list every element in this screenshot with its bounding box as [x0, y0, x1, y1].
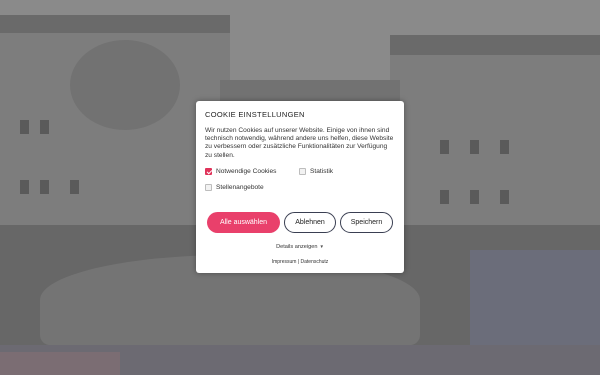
cookie-dialog-actions: Alle auswählen Ablehnen Speichern — [207, 212, 393, 233]
background-window — [40, 120, 49, 134]
checkbox-label: Notwendige Cookies — [216, 167, 277, 175]
checkbox-unchecked-icon[interactable] — [205, 183, 212, 191]
cookie-dialog-description: Wir nutzen Cookies auf unserer Website. … — [205, 127, 394, 159]
background-window — [440, 190, 449, 204]
background-window — [470, 140, 479, 154]
checkbox-statistics[interactable]: Statistik — [299, 167, 334, 175]
checkbox-label: Statistik — [310, 167, 334, 175]
checkbox-label: Stellenangebote — [216, 183, 264, 191]
accept-all-button[interactable]: Alle auswählen — [207, 212, 280, 233]
save-button[interactable]: Speichern — [340, 212, 393, 233]
background-tree — [70, 40, 180, 130]
checkbox-job-offers[interactable]: Stellenangebote — [205, 183, 264, 191]
background-window — [500, 190, 509, 204]
checkbox-necessary-cookies[interactable]: Notwendige Cookies — [205, 167, 277, 175]
cookie-dialog-title: COOKIE EINSTELLUNGEN — [205, 110, 305, 119]
background-roof-left — [0, 15, 230, 33]
reject-button[interactable]: Ablehnen — [284, 212, 336, 233]
show-details-label[interactable]: Details anzeigen — [276, 244, 317, 250]
background-window — [500, 140, 509, 154]
background-window — [40, 180, 49, 194]
checkbox-unchecked-icon[interactable] — [299, 167, 306, 175]
background-window — [440, 140, 449, 154]
cookie-category-list: Notwendige Cookies Statistik Stellenange… — [205, 167, 395, 198]
checkbox-checked-icon[interactable] — [205, 167, 212, 175]
background-window — [20, 180, 29, 194]
background-building-right — [390, 40, 600, 240]
footer-links: Impressum | Datenschutz — [196, 259, 404, 265]
background-roof-right — [390, 35, 600, 55]
link-separator: | — [297, 259, 300, 265]
privacy-link[interactable]: Datenschutz — [301, 259, 329, 265]
background-window — [470, 190, 479, 204]
background-bottom-left — [0, 352, 120, 375]
background-window — [70, 180, 79, 194]
cookie-consent-dialog: COOKIE EINSTELLUNGEN Wir nutzen Cookies … — [196, 101, 404, 273]
background-window — [20, 120, 29, 134]
show-details-link[interactable]: Details anzeigen ▼ — [196, 244, 404, 250]
imprint-link[interactable]: Impressum — [272, 259, 297, 265]
chevron-down-icon: ▼ — [319, 244, 324, 249]
